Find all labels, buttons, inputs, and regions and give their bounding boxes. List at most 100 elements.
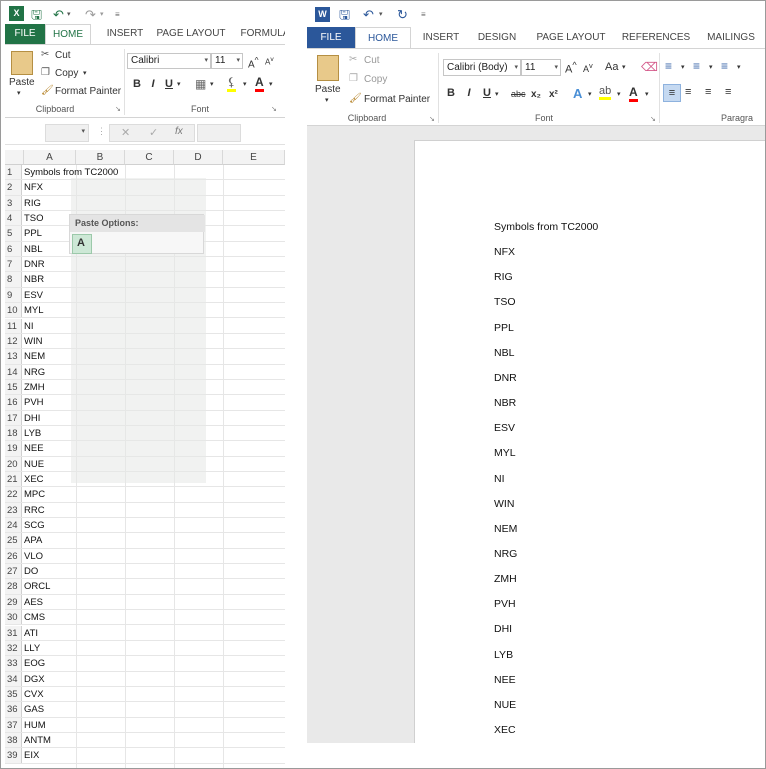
document-heading-paragraph[interactable]: Symbols from TC2000 [494, 221, 598, 233]
word-tab-references[interactable]: REFERENCES [619, 27, 693, 48]
clear-formatting-icon[interactable]: ⌫ [641, 60, 658, 74]
borders-icon[interactable]: ▦ [195, 77, 206, 91]
row-number[interactable]: 16 [5, 395, 22, 410]
word-font-family-dropdown[interactable]: Calibri (Body) ▾ [443, 59, 521, 76]
enter-icon[interactable]: ✓ [149, 126, 158, 139]
paste-icon[interactable] [11, 51, 33, 75]
document-paragraph[interactable]: NBR [494, 397, 516, 409]
cell-a[interactable]: CMS [24, 610, 45, 625]
table-row[interactable]: 25 APA [5, 533, 285, 549]
row-number[interactable]: 11 [5, 318, 22, 333]
table-row[interactable]: 36 GAS [5, 702, 285, 718]
cell-a[interactable]: SCG [24, 518, 45, 533]
customize-qat-icon[interactable]: ≡ [421, 7, 426, 23]
excel-format-painter-button[interactable]: Format Painter [55, 86, 121, 97]
table-row[interactable]: 22 MPC [5, 487, 285, 503]
cell-a[interactable]: MYL [24, 303, 44, 318]
word-superscript-button[interactable]: x² [549, 89, 558, 100]
row-number[interactable]: 34 [5, 671, 22, 686]
grow-font-icon[interactable]: A^ [565, 60, 577, 76]
excel-bold-button[interactable]: B [131, 78, 143, 90]
cell-a[interactable]: MPC [24, 487, 45, 502]
document-paragraph[interactable]: DNR [494, 372, 517, 384]
row-number[interactable]: 29 [5, 594, 22, 610]
cell-a[interactable]: PVH [24, 395, 44, 410]
document-paragraph[interactable]: NEE [494, 674, 516, 686]
cell-a[interactable]: WIN [24, 334, 42, 349]
document-paragraph[interactable]: NBL [494, 347, 514, 359]
customize-qat-icon[interactable]: ≡ [115, 7, 120, 23]
cell-a[interactable]: ATI [24, 626, 38, 641]
cell-a[interactable]: NI [24, 319, 34, 334]
font-color-dropdown-icon[interactable]: ▾ [269, 80, 273, 88]
document-paragraph[interactable]: TSO [494, 296, 516, 308]
cut-icon[interactable]: ✂ [41, 49, 49, 60]
word-tab-design[interactable]: DESIGN [471, 27, 523, 48]
table-row[interactable]: 32 LLY [5, 640, 285, 657]
text-effects-icon[interactable]: A [573, 86, 582, 101]
column-header-b[interactable]: B [76, 150, 125, 165]
document-paragraph[interactable]: WIN [494, 498, 514, 510]
cell-a[interactable]: ANTM [24, 733, 51, 748]
excel-copy-button[interactable]: Copy [55, 68, 78, 79]
text-effects-dropdown-icon[interactable]: ▾ [588, 90, 592, 98]
table-row[interactable]: 28 ORCL [5, 579, 285, 595]
insert-function-icon[interactable]: fx [175, 126, 183, 137]
cell-a[interactable]: DHI [24, 411, 40, 426]
document-paragraph[interactable]: RIG [494, 271, 513, 283]
document-paragraph[interactable]: MYL [494, 447, 516, 459]
cell-a[interactable]: NUE [24, 457, 44, 472]
column-header-a[interactable]: A [24, 150, 76, 165]
document-page[interactable]: Symbols from TC2000 NFX RIG TSO PPL NBL DNR NBR… [414, 140, 766, 743]
repeat-icon[interactable]: ↻ [397, 7, 408, 23]
excel-tab-insert[interactable]: INSERT [101, 24, 149, 44]
row-number[interactable]: 31 [5, 625, 22, 640]
word-tab-file[interactable]: FILE [307, 27, 355, 48]
table-row[interactable]: 39 EIX [5, 748, 285, 764]
excel-tab-file[interactable]: FILE [5, 24, 45, 44]
document-paragraph[interactable]: ESV [494, 422, 515, 434]
cell-a[interactable]: DO [24, 564, 38, 579]
document-paragraph[interactable]: ZMH [494, 573, 517, 585]
excel-cut-button[interactable]: Cut [55, 50, 71, 61]
document-paragraph[interactable]: NI [494, 473, 505, 485]
word-subscript-button[interactable]: x₂ [531, 89, 541, 100]
row-number[interactable]: 7 [5, 257, 22, 272]
font-color-icon[interactable]: A [255, 75, 264, 92]
word-font-size-dropdown[interactable]: 11 ▾ [521, 59, 561, 76]
excel-tab-page-layout[interactable]: PAGE LAYOUT [155, 24, 227, 44]
excel-paste-dropdown-icon[interactable]: ▾ [17, 89, 21, 97]
cell-a[interactable]: APA [24, 533, 42, 548]
column-header-d[interactable]: D [174, 150, 223, 165]
cell-a[interactable]: XEC [24, 472, 44, 487]
copy-icon[interactable]: ❐ [41, 67, 50, 78]
fill-color-dropdown-icon[interactable]: ▾ [243, 80, 247, 88]
row-number[interactable]: 4 [5, 211, 22, 226]
word-paste-dropdown-icon[interactable]: ▾ [325, 96, 329, 104]
word-italic-button[interactable]: I [463, 87, 475, 99]
cell-a[interactable]: DNR [24, 257, 45, 272]
excel-copy-dropdown-icon[interactable]: ▾ [83, 69, 87, 77]
row-number[interactable]: 19 [5, 441, 22, 456]
table-row[interactable]: 27 DO [5, 564, 285, 580]
paste-keep-text-only-icon[interactable]: A [72, 234, 92, 254]
row-number[interactable]: 24 [5, 518, 22, 533]
row-number[interactable]: 35 [5, 686, 22, 702]
word-tab-insert[interactable]: INSERT [417, 27, 465, 48]
row-number[interactable]: 9 [5, 287, 22, 303]
cell-a[interactable]: CVX [24, 687, 44, 702]
row-number[interactable]: 36 [5, 702, 22, 717]
cell-a[interactable]: HUM [24, 718, 46, 733]
table-row[interactable]: 26 VLO [5, 548, 285, 565]
row-number[interactable]: 15 [5, 379, 22, 395]
document-paragraph[interactable]: NRG [494, 548, 517, 560]
word-bold-button[interactable]: B [445, 87, 457, 99]
undo-dropdown-icon[interactable]: ▾ [67, 7, 71, 23]
cell-a[interactable]: TSO [24, 211, 44, 226]
row-number[interactable]: 26 [5, 548, 22, 564]
change-case-dropdown-icon[interactable]: ▾ [622, 63, 626, 71]
excel-tab-home[interactable]: HOME [45, 24, 91, 44]
font-color-dropdown-icon[interactable]: ▾ [645, 90, 649, 98]
table-row[interactable]: 33 EOG [5, 656, 285, 672]
row-number[interactable]: 28 [5, 579, 22, 594]
